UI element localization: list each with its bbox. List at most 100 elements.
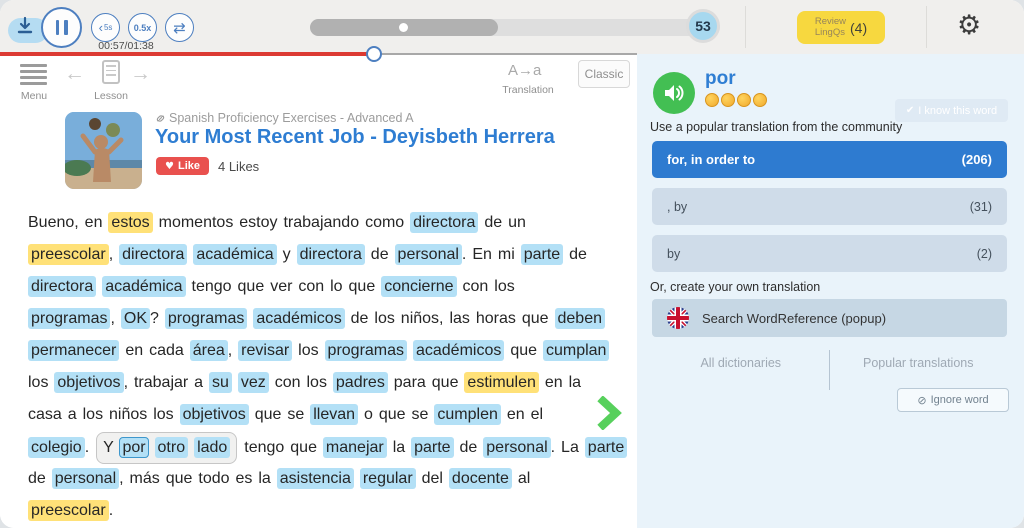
word[interactable]: de — [569, 246, 587, 263]
word[interactable]: En — [472, 246, 492, 263]
word[interactable]: que — [432, 374, 459, 391]
word[interactable]: estimulen — [464, 372, 538, 393]
word[interactable]: académicos — [413, 340, 504, 361]
word[interactable]: trabajar — [134, 374, 188, 391]
word[interactable]: tengo — [244, 439, 284, 456]
word[interactable]: los — [494, 278, 514, 295]
word[interactable]: académicos — [253, 308, 344, 329]
words-count-badge[interactable]: 53 — [686, 9, 720, 43]
tab-all-dictionaries[interactable]: All dictionaries — [652, 356, 830, 370]
settings-gear-icon[interactable]: ⚙ — [957, 10, 981, 41]
word[interactable]: momentos — [159, 214, 234, 231]
word[interactable]: que — [379, 406, 406, 423]
tab-popular-translations[interactable]: Popular translations — [830, 356, 1008, 370]
word[interactable]: con — [275, 374, 301, 391]
audio-progress-bar[interactable] — [0, 52, 373, 56]
word[interactable]: académica — [193, 244, 276, 265]
word[interactable]: directora — [297, 244, 365, 265]
word[interactable]: padres — [333, 372, 388, 393]
word[interactable]: programas — [325, 340, 407, 361]
word[interactable]: permanecer — [28, 340, 119, 361]
translation-option[interactable]: for, in order to(206) — [652, 141, 1007, 178]
lesson-next-arrow[interactable]: → — [130, 62, 151, 86]
word[interactable]: niños — [109, 406, 147, 423]
word[interactable]: las — [449, 310, 469, 327]
translation-option[interactable]: by(2) — [652, 235, 1007, 272]
word[interactable]: trabajando — [283, 214, 359, 231]
word[interactable]: área — [190, 340, 228, 361]
word[interactable]: ver — [270, 278, 292, 295]
word[interactable]: la — [393, 439, 405, 456]
word[interactable]: a — [194, 374, 203, 391]
word[interactable]: objetivos — [54, 372, 123, 393]
wordreference-button[interactable]: Search WordReference (popup) — [652, 299, 1007, 337]
lesson-prev-arrow[interactable]: ← — [64, 62, 85, 86]
selected-word[interactable]: por — [119, 437, 148, 458]
lesson-progress-slider[interactable] — [310, 19, 720, 36]
word[interactable]: personal — [483, 437, 550, 458]
word[interactable]: de — [351, 310, 369, 327]
word[interactable]: se — [287, 406, 304, 423]
word[interactable]: que — [510, 342, 537, 359]
word[interactable]: de — [460, 439, 478, 456]
review-lingqs-button[interactable]: Review LingQs (4) — [797, 11, 885, 44]
playback-speed-button[interactable]: 0.5x — [128, 13, 157, 42]
word[interactable]: estoy — [239, 214, 277, 231]
word[interactable]: manejar — [323, 437, 387, 458]
menu-icon[interactable] — [20, 64, 47, 88]
word[interactable]: objetivos — [180, 404, 249, 425]
word[interactable]: mi — [498, 246, 515, 263]
word[interactable]: que — [238, 278, 265, 295]
word[interactable]: personal — [52, 468, 119, 489]
word[interactable]: al — [518, 470, 530, 487]
word[interactable]: Bueno, — [28, 214, 79, 231]
word[interactable]: parte — [521, 244, 563, 265]
word[interactable]: académica — [102, 276, 185, 297]
word[interactable]: concierne — [381, 276, 456, 297]
word[interactable]: que — [255, 406, 282, 423]
word[interactable]: tengo — [192, 278, 232, 295]
audio-progress-handle[interactable] — [366, 46, 382, 62]
word[interactable]: que — [290, 439, 317, 456]
like-button[interactable]: ♥ Like — [156, 157, 209, 175]
audio-progress-track[interactable] — [373, 53, 637, 55]
word[interactable]: parte — [411, 437, 453, 458]
word[interactable]: estos — [108, 212, 152, 233]
word[interactable]: Y — [103, 439, 113, 456]
word[interactable]: los — [83, 406, 103, 423]
word[interactable]: los — [153, 406, 173, 423]
word[interactable]: los — [28, 374, 48, 391]
word[interactable]: que — [349, 278, 376, 295]
rewind-5s-button[interactable]: ‹5s — [91, 13, 120, 42]
word[interactable]: con — [298, 278, 324, 295]
word[interactable]: personal — [395, 244, 462, 265]
word[interactable]: con — [463, 278, 489, 295]
word[interactable]: los — [307, 374, 327, 391]
word[interactable]: más — [130, 470, 160, 487]
word[interactable]: su — [209, 372, 232, 393]
word[interactable]: revisar — [238, 340, 292, 361]
word[interactable]: La — [561, 439, 579, 456]
translation-option[interactable]: , by(31) — [652, 188, 1007, 225]
word[interactable]: en — [545, 374, 563, 391]
classic-button[interactable]: Classic — [578, 60, 630, 88]
word[interactable]: niños, — [401, 310, 444, 327]
word[interactable]: un — [508, 214, 526, 231]
word[interactable]: o — [364, 406, 373, 423]
word[interactable]: lado — [194, 437, 230, 458]
word[interactable]: programas — [28, 308, 110, 329]
word[interactable]: que — [166, 470, 193, 487]
word[interactable]: lo — [330, 278, 342, 295]
word[interactable]: preescolar — [28, 244, 109, 265]
collection-link[interactable]: Spanish Proficiency Exercises - Advanced… — [155, 111, 414, 125]
word[interactable]: deben — [555, 308, 606, 329]
word[interactable]: programas — [165, 308, 247, 329]
ignore-word-button[interactable]: ⊘ Ignore word — [897, 388, 1009, 412]
word[interactable]: cumplen — [434, 404, 500, 425]
speaker-button[interactable] — [653, 72, 695, 114]
word[interactable]: de — [371, 246, 389, 263]
word[interactable]: casa — [28, 406, 62, 423]
next-page-chevron[interactable] — [596, 396, 624, 430]
word[interactable]: asistencia — [277, 468, 354, 489]
word[interactable]: es — [235, 470, 252, 487]
